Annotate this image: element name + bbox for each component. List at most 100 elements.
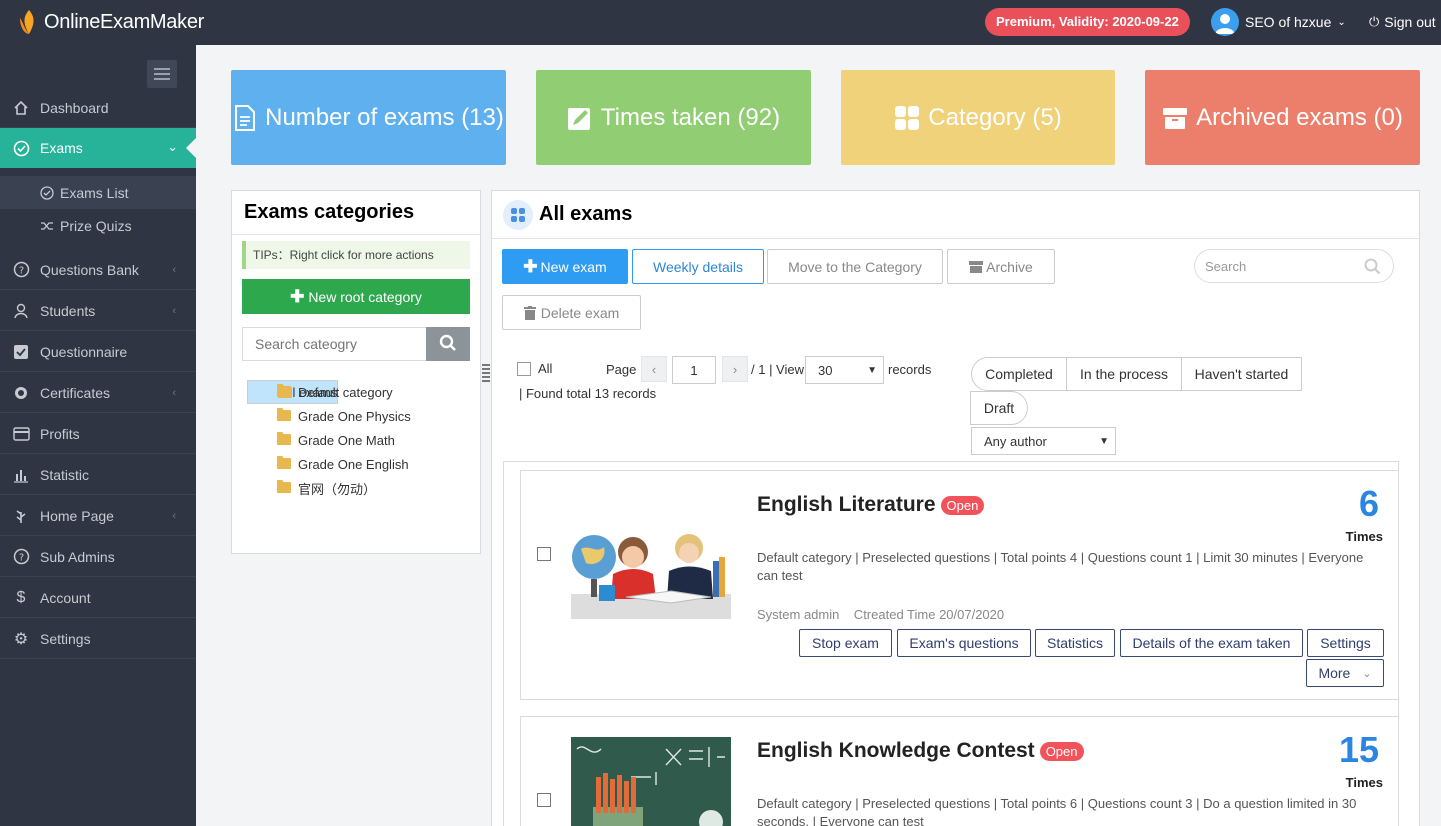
sidebar-item-home-page[interactable]: Home Page ‹ xyxy=(0,496,196,536)
sidebar-item-label: Profits xyxy=(40,425,80,442)
search-icon xyxy=(439,334,457,355)
stat-card-category[interactable]: Category (5) xyxy=(841,70,1115,165)
sidebar-item-statistic[interactable]: Statistic xyxy=(0,455,196,495)
stat-card-label: Category (5) xyxy=(928,103,1062,131)
sidebar-item-sub-admins[interactable]: ? Sub Admins xyxy=(0,537,196,577)
tree-node[interactable]: Default category xyxy=(247,380,467,404)
filter-draft[interactable]: Draft xyxy=(970,391,1028,425)
sidebar: Dashboard Exams ⌄ Exams List Prize Quizs… xyxy=(0,45,196,826)
exam-card: English Literature Open 6 Times Default … xyxy=(520,470,1398,700)
select-all-label: All xyxy=(538,361,553,376)
select-all-checkbox[interactable] xyxy=(517,362,531,376)
more-button[interactable]: More ⌄ xyxy=(1306,659,1384,687)
sidebar-item-label: Home Page xyxy=(40,507,114,524)
exam-search-input[interactable]: Search xyxy=(1194,249,1394,283)
tree-node[interactable]: Grade One Math xyxy=(247,428,467,452)
question-icon: ? xyxy=(12,261,30,279)
per-page-value: 30 xyxy=(818,362,833,378)
sidebar-item-label: Questions Bank xyxy=(40,261,139,278)
exam-thumbnail[interactable] xyxy=(571,499,731,619)
premium-badge[interactable]: Premium, Validity: 2020-09-22 xyxy=(985,8,1190,36)
sidebar-item-questionnaire[interactable]: Questionnaire xyxy=(0,332,196,372)
sidebar-subitem-label: Prize Quizs xyxy=(60,217,132,234)
page-title: All exams xyxy=(539,203,633,225)
sidebar-item-account[interactable]: $ Account xyxy=(0,578,196,618)
folder-icon xyxy=(277,432,291,445)
archive-button[interactable]: Archive xyxy=(947,249,1055,284)
per-page-select[interactable]: 30 ▼ xyxy=(805,356,884,384)
weekly-details-button[interactable]: Weekly details xyxy=(632,249,764,284)
certificate-icon xyxy=(12,384,30,402)
filter-completed[interactable]: Completed xyxy=(971,357,1067,391)
sidebar-subitem-exams-list[interactable]: Exams List xyxy=(0,176,196,209)
tree-node[interactable]: Grade One Physics xyxy=(247,404,467,428)
stat-card-times-taken[interactable]: Times taken (92) xyxy=(536,70,811,165)
sidebar-item-questions-bank[interactable]: ? Questions Bank ‹ xyxy=(0,250,196,290)
exam-meta: Default category | Preselected questions… xyxy=(757,796,1357,826)
archive-icon xyxy=(969,260,984,273)
avatar xyxy=(1211,8,1239,36)
exam-title[interactable]: English Literature Open xyxy=(757,493,985,517)
statistics-button[interactable]: Statistics xyxy=(1035,629,1115,657)
times-label: Times xyxy=(1345,529,1383,544)
panel-resize-handle[interactable] xyxy=(482,364,490,382)
sidebar-item-profits[interactable]: Profits xyxy=(0,414,196,454)
sidebar-item-settings[interactable]: ⚙ Settings xyxy=(0,619,196,659)
exam-checkbox[interactable] xyxy=(537,547,551,561)
category-search-button[interactable] xyxy=(426,327,470,361)
delete-exam-button[interactable]: Delete exam xyxy=(502,295,641,330)
exam-title[interactable]: English Knowledge Contest Open xyxy=(757,739,1084,763)
exam-questions-button[interactable]: Exam's questions xyxy=(897,629,1031,657)
folder-icon xyxy=(277,384,291,397)
tree-node[interactable]: Grade One English xyxy=(247,452,467,476)
times-count: 15 xyxy=(1338,729,1379,770)
svg-text:?: ? xyxy=(18,266,23,277)
settings-button[interactable]: Settings xyxy=(1307,629,1384,657)
filter-not-started[interactable]: Haven't started xyxy=(1181,357,1302,391)
exam-taken-details-button[interactable]: Details of the exam taken xyxy=(1120,629,1303,657)
folder-icon xyxy=(277,480,291,493)
move-to-category-button[interactable]: Move to the Category xyxy=(767,249,943,284)
category-tree: All exams Default category Grade One Phy… xyxy=(247,380,467,500)
users-icon xyxy=(12,302,30,320)
stat-card-label: Times taken (92) xyxy=(600,103,781,131)
grid-icon xyxy=(503,199,533,230)
sidebar-item-dashboard[interactable]: Dashboard xyxy=(0,88,196,128)
sidebar-subitem-prize-quizs[interactable]: Prize Quizs xyxy=(0,209,196,242)
sidebar-item-exams[interactable]: Exams ⌄ xyxy=(0,128,196,168)
exam-thumbnail[interactable] xyxy=(571,737,731,826)
prev-page-button[interactable]: ‹ xyxy=(641,356,667,382)
dashboard-icon xyxy=(12,99,30,117)
exams-header: All exams xyxy=(492,191,1419,239)
exam-checkbox[interactable] xyxy=(537,793,551,807)
new-root-category-button[interactable]: ✚ New root category xyxy=(242,279,470,314)
stat-card-exams[interactable]: Number of exams (13) xyxy=(231,70,506,165)
folder-icon xyxy=(277,408,291,421)
tree-node[interactable]: 官网（勿动） xyxy=(247,476,467,500)
sidebar-item-label: Sub Admins xyxy=(40,548,115,565)
top-bar: OnlineExamMaker Premium, Validity: 2020-… xyxy=(0,0,1441,45)
new-exam-button[interactable]: ✚ New exam xyxy=(502,249,628,284)
author-select-value: Any author xyxy=(984,433,1047,449)
plus-icon: ✚ xyxy=(290,286,305,306)
logo-icon xyxy=(16,8,42,36)
user-menu[interactable]: SEO of hzxue ⌄ xyxy=(1211,8,1346,36)
sidebar-item-certificates[interactable]: Certificates ‹ xyxy=(0,373,196,413)
filter-in-process[interactable]: In the process xyxy=(1066,357,1182,391)
times-count: 6 xyxy=(1358,483,1379,524)
sign-out-link[interactable]: ⏻ Sign out xyxy=(1369,14,1436,30)
next-page-button[interactable]: › xyxy=(722,356,748,382)
chevron-down-icon: ▼ xyxy=(1099,436,1109,447)
grid-icon xyxy=(894,105,920,131)
sidebar-item-students[interactable]: Students ‹ xyxy=(0,291,196,331)
stat-card-archived[interactable]: Archived exams (0) xyxy=(1145,70,1420,165)
checkbox-icon xyxy=(12,343,30,361)
category-search-input[interactable] xyxy=(242,327,427,361)
stop-exam-button[interactable]: Stop exam xyxy=(799,629,892,657)
logo[interactable]: OnlineExamMaker xyxy=(16,8,204,36)
question-icon: ? xyxy=(12,548,30,566)
page-input[interactable]: 1 xyxy=(672,356,716,384)
page-label: Page xyxy=(606,362,637,377)
author-select[interactable]: Any author ▼ xyxy=(971,427,1116,455)
menu-toggle-icon[interactable] xyxy=(147,60,177,88)
